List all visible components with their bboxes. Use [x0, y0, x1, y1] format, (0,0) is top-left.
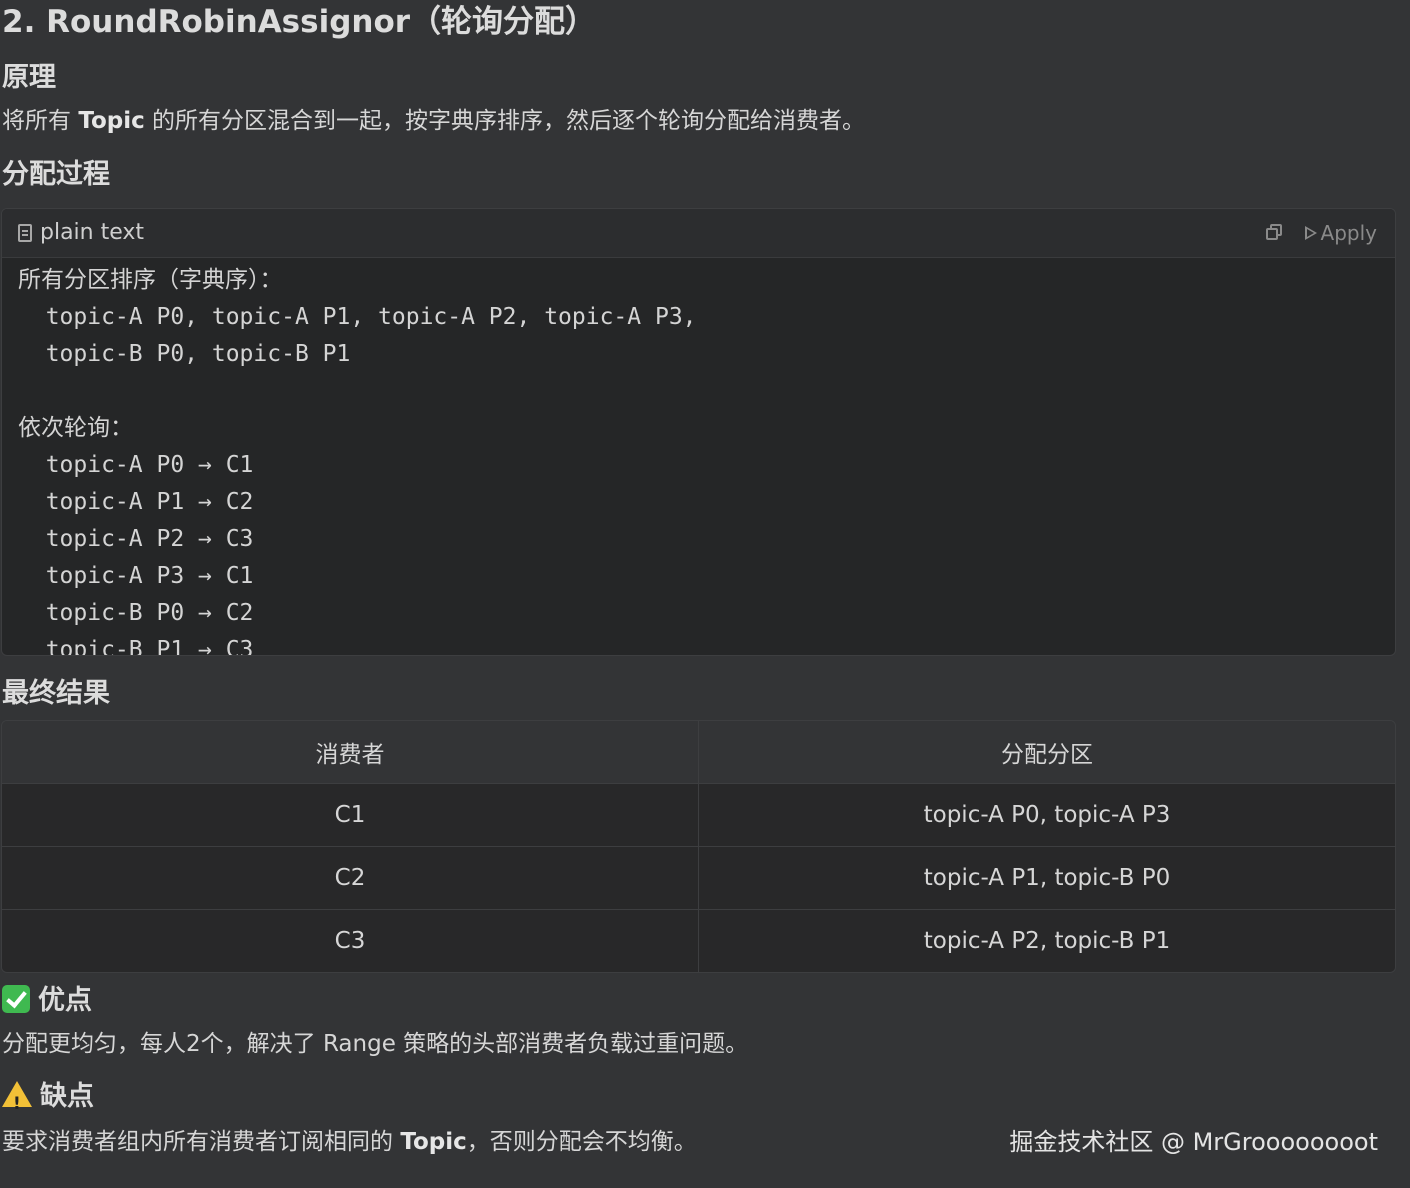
pros-text: 分配更均匀，每人2个，解决了 Range 策略的头部消费者负载过重问题。	[2, 1031, 749, 1057]
table-row: C2 topic-A P1, topic-B P0	[2, 846, 1395, 910]
code-line: topic-B P1 → C3	[18, 637, 254, 656]
table-header-row: 消费者 分配分区	[2, 721, 1395, 784]
cons-text: 要求消费者组内所有消费者订阅相同的 Topic，否则分配会不均衡。	[2, 1129, 697, 1155]
code-line: topic-A P0, topic-A P1, topic-A P2, topi…	[18, 304, 697, 330]
table-cell: C3	[2, 909, 699, 972]
table-cell: C2	[2, 846, 699, 910]
process-heading: 分配过程	[2, 159, 110, 190]
check-mark-icon	[2, 985, 30, 1013]
code-line: 依次轮询：	[18, 415, 133, 441]
table-cell: topic-A P2, topic-B P1	[698, 909, 1395, 972]
result-table: 消费者 分配分区 C1 topic-A P0, topic-A P3 C2 to…	[1, 720, 1396, 973]
column-header-partitions: 分配分区	[698, 721, 1395, 784]
cons-heading: 缺点	[2, 1077, 94, 1124]
table-cell: topic-A P1, topic-B P0	[698, 846, 1395, 910]
principle-text: 将所有 Topic 的所有分区混合到一起，按字典序排序，然后逐个轮询分配给消费者…	[2, 108, 866, 134]
code-line: 所有分区排序（字典序）：	[18, 267, 283, 293]
apply-button[interactable]: Apply	[1304, 209, 1377, 257]
table-cell: C1	[2, 783, 699, 847]
cons-topic-bold: Topic	[400, 1129, 467, 1155]
code-language: plain text	[18, 209, 144, 257]
table-row: C3 topic-A P2, topic-B P1	[2, 909, 1395, 972]
code-line: topic-A P3 → C1	[18, 563, 254, 589]
play-icon	[1304, 226, 1317, 240]
code-content: 所有分区排序（字典序）： topic-A P0, topic-A P1, top…	[2, 258, 1395, 656]
code-block-header: plain text Apply	[2, 209, 1395, 258]
code-block: plain text Apply 所有分区排序（字典序）： topic-A P0…	[1, 208, 1396, 656]
apply-label: Apply	[1320, 221, 1377, 245]
code-line: topic-B P0 → C2	[18, 600, 254, 626]
principle-heading: 原理	[2, 62, 56, 93]
table-cell: topic-A P0, topic-A P3	[698, 783, 1395, 847]
watermark: 掘金技术社区 @ MrGroooooooot	[1009, 1128, 1378, 1156]
principle-topic-bold: Topic	[78, 108, 145, 134]
code-line: topic-B P0, topic-B P1	[18, 341, 351, 367]
result-heading: 最终结果	[2, 678, 110, 709]
code-line: topic-A P2 → C3	[18, 526, 254, 552]
column-header-consumer: 消费者	[2, 721, 699, 784]
copy-button[interactable]	[1265, 223, 1283, 241]
code-line: topic-A P0 → C1	[18, 452, 254, 478]
table-row: C1 topic-A P0, topic-A P3	[2, 783, 1395, 847]
code-line: topic-A P1 → C2	[18, 489, 254, 515]
document-icon	[18, 224, 32, 242]
code-language-label: plain text	[40, 220, 145, 245]
section-title: 2. RoundRobinAssignor（轮询分配）	[2, 4, 597, 40]
warning-icon	[2, 1081, 32, 1124]
pros-heading: 优点	[2, 981, 92, 1021]
